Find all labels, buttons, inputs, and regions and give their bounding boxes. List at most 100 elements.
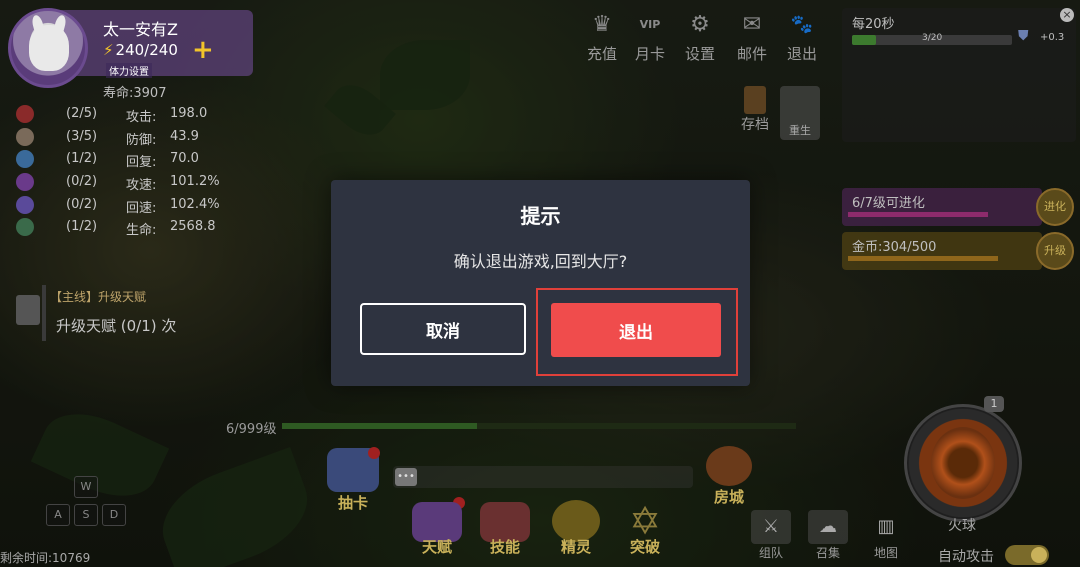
save-button[interactable]: 存档 <box>733 86 777 134</box>
spirit-button[interactable]: 精灵 <box>545 500 607 557</box>
monthly-card-label: 月卡 <box>634 45 665 63</box>
skill-label: 技能 <box>489 538 520 556</box>
summon-label: 召集 <box>815 546 840 560</box>
main-quest-tracker[interactable]: 【主线】升级天赋 升级天赋 (0/1) 次 <box>10 285 210 341</box>
player-info-panel: 太一安有Z ⚡ 240/240 + 体力设置 <box>8 8 253 88</box>
stat-fraction: (3/5) <box>66 128 98 144</box>
team-button[interactable]: ⚔ 组队 <box>749 510 793 561</box>
quest-scroll-icon <box>16 295 40 325</box>
talent-label: 天赋 <box>421 538 452 556</box>
quest-title: 【主线】升级天赋 <box>50 290 147 304</box>
cancel-button[interactable]: 取消 <box>360 303 526 355</box>
key-a[interactable]: A <box>46 504 70 526</box>
evolve-button[interactable]: 进化 <box>1036 188 1074 226</box>
stamina-display: ⚡ 240/240 <box>103 41 178 59</box>
lifespan-text: 寿命:3907 <box>103 86 167 101</box>
save-label: 存档 <box>741 117 769 133</box>
stat-row: (0/2) 攻速: 101.2% <box>14 172 244 195</box>
reborn-icon: 重生 <box>780 86 820 140</box>
exit-button[interactable]: 🐾 退出 <box>780 10 824 64</box>
map-label: 地图 <box>873 546 898 560</box>
save-scroll-icon <box>744 86 766 114</box>
team-label: 组队 <box>758 546 783 560</box>
recharge-label: 充值 <box>586 45 617 63</box>
remaining-time: 剩余时间:10769 <box>0 551 91 565</box>
paw-icon: 🐾 <box>790 14 814 35</box>
recharge-button[interactable]: ♛ 充值 <box>580 10 624 64</box>
stat-label: 回速: <box>126 200 157 216</box>
gold-progress: 金币:304/500 <box>842 232 1042 270</box>
level-label: 6/999级 <box>226 422 277 437</box>
summon-icon: ☁ <box>808 510 848 544</box>
nature-element-icon <box>16 218 34 237</box>
player-name: 太一安有Z <box>103 20 178 39</box>
dialog-title: 提示 <box>520 204 561 228</box>
map-button[interactable]: ▥ 地图 <box>864 510 908 561</box>
income-interval: 每20秒 <box>852 17 895 32</box>
avatar-face <box>29 25 69 71</box>
breakthrough-button[interactable]: ✡ 突破 <box>614 500 676 557</box>
add-stamina-button[interactable]: + <box>192 37 214 63</box>
income-progress-fill <box>852 35 876 45</box>
summon-button[interactable]: ☁ 召集 <box>806 510 850 561</box>
stat-value: 198.0 <box>170 106 208 121</box>
shield-icon: ⛊ <box>1018 28 1029 44</box>
gear-icon: ⚙ <box>690 12 710 37</box>
income-count: 3/20 <box>922 33 943 43</box>
key-s[interactable]: S <box>74 504 98 526</box>
auto-attack-label: 自动攻击 <box>938 549 994 565</box>
avatar[interactable] <box>8 8 88 88</box>
stat-value: 102.4% <box>170 196 220 212</box>
quest-progress-text: 升级天赋 (0/1) 次 <box>56 317 177 335</box>
chat-bubble-icon: ••• <box>395 468 417 486</box>
fire-element-icon <box>16 105 34 123</box>
income-panel: 每20秒 3/20 ⛊ +0.3 <box>842 8 1076 142</box>
attribute-list: (2/5) 攻击: 198.0 (3/5) 防御: 43.9 (1/2) 回复: 70.0 … <box>14 104 244 240</box>
earth-element-icon <box>16 127 34 146</box>
upgrade-button[interactable]: 升级 <box>1036 232 1074 270</box>
evolve-label: 6/7级可进化 <box>852 196 925 211</box>
notification-dot <box>368 447 380 459</box>
talent-button[interactable]: 天赋 <box>406 502 468 557</box>
key-d[interactable]: D <box>102 504 126 526</box>
exit-label: 退出 <box>786 45 817 63</box>
level-progress-bar <box>282 423 796 429</box>
key-w[interactable]: W <box>74 476 98 498</box>
lightning-element-icon <box>16 173 34 192</box>
stat-row: (1/2) 回复: 70.0 <box>14 149 244 172</box>
toggle-knob <box>1031 547 1047 563</box>
gold-label: 金币:304/500 <box>852 240 937 255</box>
dialog-message: 确认退出游戏,回到大厅? <box>453 252 628 271</box>
mail-button[interactable]: ✉ 邮件 <box>730 10 774 64</box>
close-icon[interactable]: × <box>1060 8 1074 22</box>
stat-value: 70.0 <box>170 151 199 167</box>
stat-value: 101.2% <box>170 174 220 190</box>
stat-row: (1/2) 生命: 2568.8 <box>14 217 244 240</box>
lightning-bolt-icon: ⚡ <box>103 41 114 59</box>
level-progress-fill <box>282 423 478 429</box>
chat-bar[interactable]: ••• <box>393 466 693 488</box>
exit-confirm-dialog: 提示 确认退出游戏,回到大厅? 取消 退出 <box>331 180 750 386</box>
settings-label: 设置 <box>684 45 715 63</box>
stat-label: 生命: <box>126 223 157 239</box>
water-element-icon <box>16 150 34 169</box>
settings-button[interactable]: ⚙ 设置 <box>678 10 722 64</box>
fireball-skill-button[interactable] <box>904 404 1022 522</box>
stat-label: 攻击: <box>126 110 157 125</box>
stat-fraction: (1/2) <box>66 151 98 167</box>
home-city-button[interactable]: 房城 <box>698 446 760 507</box>
fireball-icon <box>931 427 995 499</box>
stat-row: (2/5) 攻击: 198.0 <box>14 104 244 127</box>
evolve-progress: 6/7级可进化 <box>842 188 1042 226</box>
stamina-settings-button[interactable]: 体力设置 <box>106 63 152 78</box>
stat-fraction: (0/2) <box>66 174 98 190</box>
skill-button[interactable]: 技能 <box>474 502 536 557</box>
quest-divider <box>42 285 46 341</box>
confirm-exit-button[interactable]: 退出 <box>551 303 721 357</box>
home-icon <box>706 446 752 486</box>
reborn-button[interactable]: 重生 <box>778 86 822 140</box>
gold-bar <box>848 256 998 261</box>
auto-attack-toggle[interactable] <box>1005 545 1049 565</box>
monthly-card-button[interactable]: VIP 月卡 <box>628 10 672 64</box>
skill-name: 火球 <box>948 518 976 534</box>
